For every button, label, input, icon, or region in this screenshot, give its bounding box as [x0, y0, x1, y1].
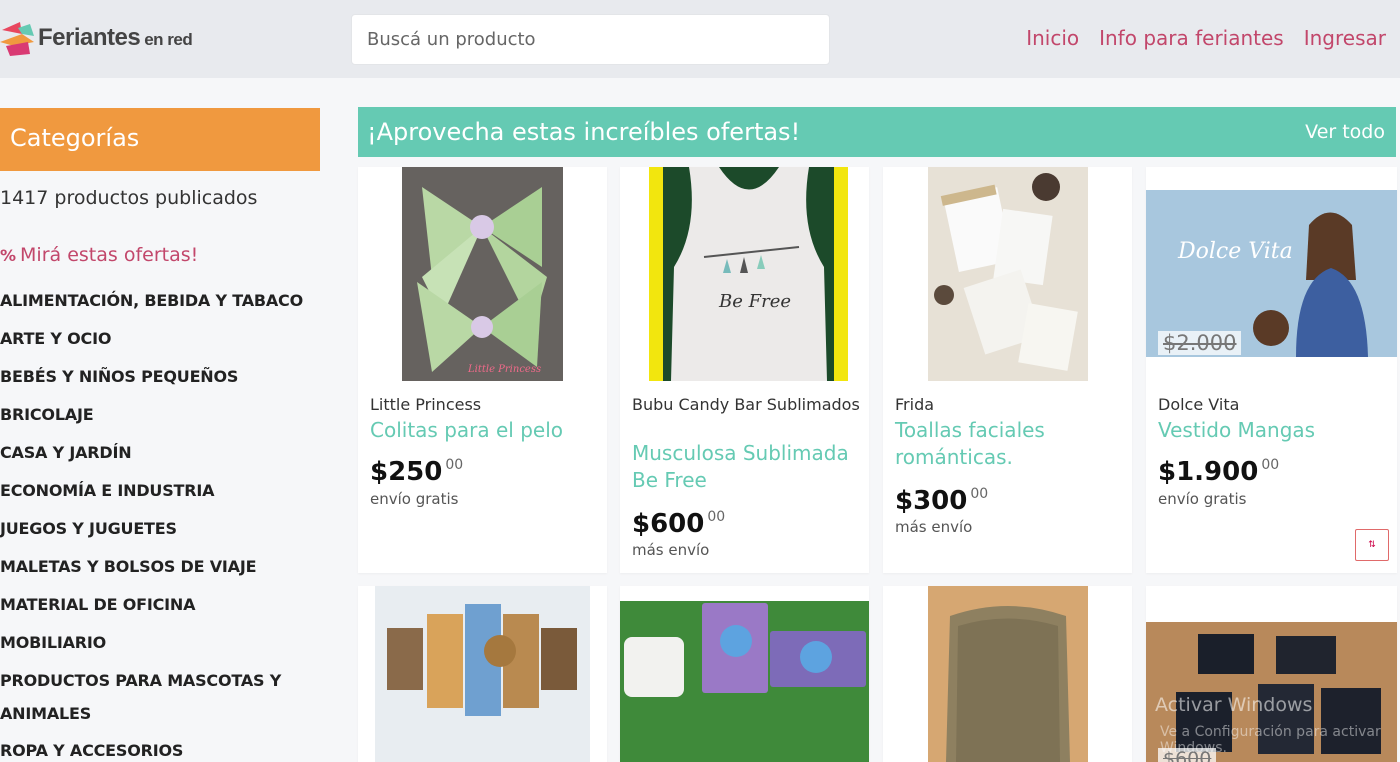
top-nav: Inicio Info para feriantes Ingresar	[1026, 26, 1386, 50]
windows-activation-watermark: Activar Windows	[1155, 694, 1313, 716]
offers-banner: ¡Aprovecha estas increíbles ofertas! Ver…	[358, 107, 1396, 157]
category-item[interactable]: MOBILIARIO	[0, 624, 330, 662]
shirt-print-text: Be Free	[718, 291, 791, 312]
price-cents: 00	[707, 509, 726, 525]
image-brand-text: Dolce Vita	[1177, 239, 1293, 264]
shipping-info: más envío	[632, 541, 710, 559]
shipping-info: envío gratis	[1158, 490, 1247, 508]
price-value: $600	[632, 509, 705, 539]
product-card[interactable]	[620, 586, 869, 762]
logo[interactable]: Feriantes en red	[0, 18, 193, 58]
price-cents: 00	[1261, 457, 1280, 473]
seller-name[interactable]: Frida	[895, 393, 1125, 416]
product-card[interactable]	[358, 586, 607, 762]
product-image[interactable]: Be Free	[649, 167, 848, 381]
product-image[interactable]	[928, 586, 1088, 762]
product-name[interactable]: Toallas faciales románticas.	[895, 417, 1127, 471]
top-header: Feriantesen red Inicio Info para feriant…	[0, 0, 1400, 78]
category-list: ALIMENTACIÓN, BEBIDA Y TABACO ARTE Y OCI…	[0, 282, 330, 762]
product-name[interactable]: Musculosa Sublimada Be Free	[632, 440, 864, 494]
product-price: $1.900 00	[1158, 457, 1279, 487]
windows-activation-subtext: Ve a Configuración para activar Windows.	[1160, 724, 1381, 756]
search-input[interactable]	[351, 14, 830, 65]
category-item[interactable]: BRICOLAJE	[0, 396, 330, 434]
product-name[interactable]: Vestido Mangas	[1158, 417, 1390, 444]
old-price: $2.000	[1158, 331, 1242, 355]
nav-inicio[interactable]: Inicio	[1026, 26, 1079, 50]
product-price: $600 00	[632, 509, 725, 539]
seller-name[interactable]: Dolce Vita	[1158, 393, 1388, 416]
shipping-info: más envío	[895, 518, 973, 536]
products-count: 1417 productos publicados	[0, 187, 258, 209]
product-card[interactable]	[883, 586, 1132, 762]
offers-link[interactable]: % Mirá estas ofertas!	[0, 244, 198, 266]
category-item[interactable]: MALETAS Y BOLSOS DE VIAJE	[0, 548, 330, 586]
image-caption: Little Princess	[467, 364, 541, 375]
category-item[interactable]: BEBÉS Y NIÑOS PEQUEÑOS	[0, 358, 330, 396]
seller-name[interactable]: Little Princess	[370, 393, 600, 416]
offers-link-label: Mirá estas ofertas!	[20, 244, 199, 266]
logo-text: Feriantes en red	[38, 24, 193, 52]
product-image[interactable]: Little Princess	[402, 167, 563, 381]
category-item[interactable]: PRODUCTOS PARA MASCOTAS Y ANIMALES	[0, 662, 330, 732]
percent-icon: %	[0, 245, 17, 265]
product-price: $250 00	[370, 457, 463, 487]
category-item[interactable]: ROPA Y ACCESORIOS	[0, 732, 330, 762]
shipping-info: envío gratis	[370, 490, 459, 508]
product-card[interactable]: Be Free Bubu Candy Bar Sublimados Muscul…	[620, 167, 869, 573]
price-value: $1.900	[1158, 457, 1259, 487]
category-item[interactable]: ARTE Y OCIO	[0, 320, 330, 358]
logo-sub-text: en red	[144, 30, 193, 49]
product-price: $300 00	[895, 486, 988, 516]
product-image[interactable]	[928, 167, 1088, 381]
seller-name[interactable]: Bubu Candy Bar Sublimados	[632, 393, 862, 416]
category-item[interactable]: ALIMENTACIÓN, BEBIDA Y TABACO	[0, 282, 330, 320]
category-item[interactable]: CASA Y JARDÍN	[0, 434, 330, 472]
product-card[interactable]: Dolce Vita $2.000 Dolce Vita Vestido Man…	[1146, 167, 1397, 573]
price-value: $300	[895, 486, 968, 516]
categories-header: Categorías	[0, 108, 320, 171]
product-name[interactable]: Colitas para el pelo	[370, 417, 602, 444]
price-value: $250	[370, 457, 443, 487]
price-cents: 00	[970, 486, 989, 502]
product-card[interactable]: Little Princess Little Princess Colitas …	[358, 167, 607, 573]
product-image[interactable]	[620, 601, 869, 762]
price-cents: 00	[445, 457, 464, 473]
product-image[interactable]	[375, 586, 590, 762]
see-all-link[interactable]: Ver todo	[1305, 121, 1385, 143]
product-card[interactable]: Frida Toallas faciales románticas. $300 0…	[883, 167, 1132, 573]
category-item[interactable]: ECONOMÍA E INDUSTRIA	[0, 472, 330, 510]
nav-info-feriantes[interactable]: Info para feriantes	[1099, 26, 1284, 50]
share-icon[interactable]: ⇅	[1355, 529, 1389, 561]
logo-main-text: Feriantes	[38, 24, 141, 51]
category-item[interactable]: MATERIAL DE OFICINA	[0, 586, 330, 624]
logo-icon	[0, 20, 36, 56]
banner-title: ¡Aprovecha estas increíbles ofertas!	[367, 118, 801, 146]
nav-ingresar[interactable]: Ingresar	[1304, 26, 1386, 50]
category-item[interactable]: JUEGOS Y JUGUETES	[0, 510, 330, 548]
